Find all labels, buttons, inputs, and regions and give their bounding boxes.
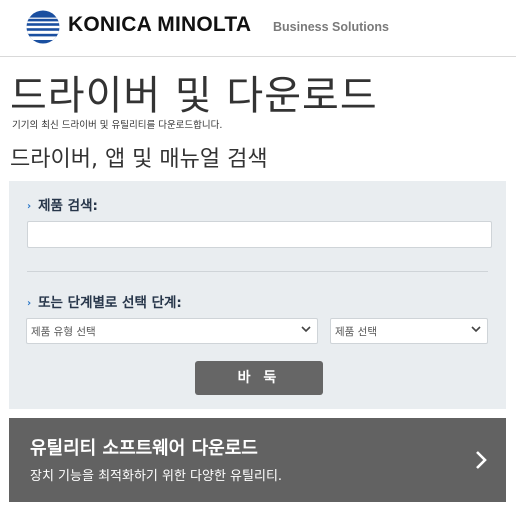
chevron-right-icon: › (27, 298, 32, 309)
utility-description: 장치 기능을 최적화하기 위한 다양한 유틸리티. (30, 469, 283, 484)
step-select-label: › 또는 단계별로 선택 단계: (27, 295, 182, 311)
page-subtitle: 기기의 최신 드라이버 및 유틸리티를 다운로드합니다. (12, 120, 223, 131)
product-search-input[interactable] (27, 221, 492, 248)
utility-title: 유틸리티 소프트웨어 다운로드 (30, 438, 258, 459)
brand-tagline: Business Solutions (273, 20, 389, 34)
go-button[interactable]: 바 둑 (195, 361, 323, 395)
chevron-down-icon (471, 326, 481, 333)
search-panel: › 제품 검색: › 또는 단계별로 선택 단계: 제품 유형 선택 제품 선택 바… (9, 181, 506, 409)
product-type-select-value: 제품 유형 선택 (31, 326, 96, 338)
chevron-right-icon[interactable] (474, 450, 488, 470)
section-title: 드라이버, 앱 및 매뉴얼 검색 (10, 147, 268, 172)
konica-minolta-logo-icon[interactable] (26, 10, 60, 44)
product-select[interactable]: 제품 선택 (330, 318, 488, 344)
chevron-down-icon (301, 326, 311, 333)
product-type-select[interactable]: 제품 유형 선택 (26, 318, 318, 344)
brand-name[interactable]: KONICA MINOLTA (68, 13, 251, 37)
chevron-right-icon: › (27, 201, 32, 212)
product-search-label: › 제품 검색: (27, 198, 98, 214)
product-select-value: 제품 선택 (335, 326, 377, 338)
site-header: KONICA MINOLTA Business Solutions (0, 0, 516, 57)
page-title: 드라이버 및 다운로드 (10, 73, 378, 119)
divider (27, 271, 488, 272)
utility-download-banner[interactable]: 유틸리티 소프트웨어 다운로드 장치 기능을 최적화하기 위한 다양한 유틸리티… (9, 418, 506, 502)
